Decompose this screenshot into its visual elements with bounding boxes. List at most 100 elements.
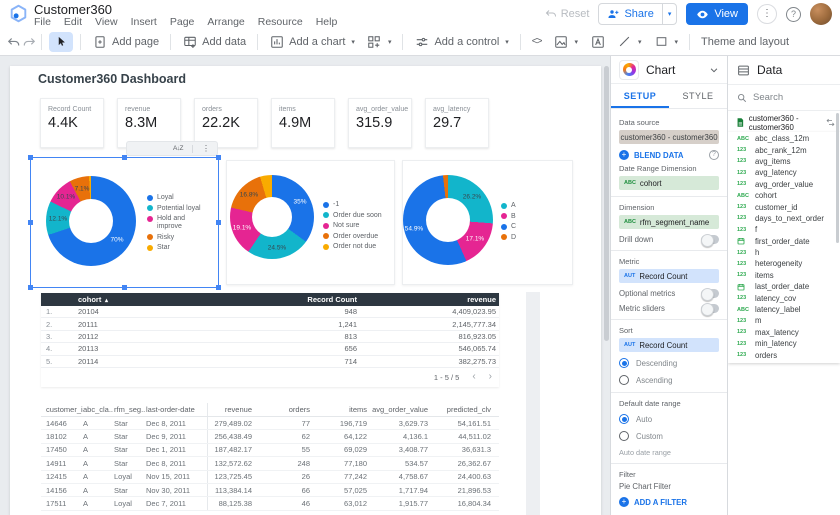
field-avg-latency[interactable]: 123avg_latency [728,167,840,178]
field-items[interactable]: 123items [728,270,840,281]
column-header-last-order-date[interactable]: last-order-date [146,403,208,416]
table-row[interactable]: 18102AStarDec 9, 2011256,438.496264,1224… [41,430,499,443]
selection-handle[interactable] [122,285,127,290]
table-row[interactable]: 3.20112813816,923.05 [41,331,499,343]
drill-down-toggle[interactable] [701,235,719,244]
field-latency-label[interactable]: ABClatency_label [728,304,840,315]
table-row[interactable]: 14911AStarDec 8, 2011132,572.6224877,180… [41,457,499,470]
selection-handle[interactable] [28,155,33,160]
redo-icon[interactable] [21,34,36,49]
add-shape-button[interactable]: ▾ [648,31,685,53]
sort-field-chip[interactable]: AUT Record Count [619,338,719,352]
table-row[interactable]: 14156AStarNov 30, 2011113,384.146657,025… [41,484,499,497]
menu-arrange[interactable]: Arrange [207,16,244,28]
add-line-button[interactable]: ▾ [611,31,648,53]
menu-edit[interactable]: Edit [64,16,82,28]
customer-table[interactable]: customer_idabc_cla..rfm_seg..last-order-… [41,403,499,511]
optional-metrics-toggle[interactable] [701,289,719,298]
embed-url-button[interactable]: <> [526,31,548,53]
table-row[interactable]: 12415ALoyalNov 15, 2011123,725.452677,24… [41,471,499,484]
field-days-to-next-order[interactable]: 123days_to_next_order [728,213,840,224]
column-header-record-count[interactable]: Record Count [237,295,357,304]
field-h[interactable]: 123h [728,247,840,258]
legend-item-b[interactable]: B [501,213,561,221]
add-control-button[interactable]: Add a control ▾ [408,31,514,53]
table-row[interactable]: 4.20113656546,065.74 [41,343,499,355]
metric-chip[interactable]: AUT Record Count [619,269,719,283]
field-m[interactable]: 123m [728,315,840,326]
legend-item-1[interactable]: -1 [323,201,393,209]
help-circle-icon[interactable]: ? [709,150,719,160]
date-range-auto-option[interactable]: Auto [619,413,719,425]
column-header-revenue[interactable]: revenue [357,295,499,304]
reset-button[interactable]: Reset [545,8,590,20]
field-orders[interactable]: 123orders [728,349,840,360]
menu-file[interactable]: File [34,16,51,28]
share-main[interactable]: Share [599,4,661,24]
add-page-button[interactable]: Add page [86,31,165,53]
field-min-latency[interactable]: 123min_latency [728,338,840,349]
date-range-dimension-chip[interactable]: ABC cohort [619,176,719,190]
chart-more-icon[interactable]: ⋮ [202,144,210,153]
add-data-button[interactable]: Add data [176,31,252,53]
sort-az-icon[interactable]: A↓Z [173,145,183,152]
add-image-button[interactable]: ▾ [547,31,584,53]
share-button[interactable]: Share ▾ [598,3,677,25]
legend-item-order-not-due[interactable]: Order not due [323,243,393,251]
legend-item-c[interactable]: C [501,223,561,231]
field-search[interactable]: Search [728,84,840,111]
metric-sliders-toggle[interactable] [701,304,719,313]
next-page-icon[interactable]: › [489,372,492,382]
column-header-customer-id[interactable]: customer_id [41,403,83,416]
legend-item-risky[interactable]: Risky [147,234,207,242]
field-cohort[interactable]: ABCcohort [728,190,840,201]
legend-item-a[interactable]: A [501,202,561,210]
legend-item-star[interactable]: Star [147,244,207,252]
menu-insert[interactable]: Insert [131,16,157,28]
report-title[interactable]: Customer360 [34,2,112,17]
field-last-order-date[interactable]: last_order_date [728,281,840,292]
legend-item-potential-loyal[interactable]: Potential loyal [147,205,207,213]
theme-and-layout-button[interactable]: Theme and layout [695,31,795,53]
column-header-abc-cla[interactable]: abc_cla.. [83,403,114,416]
menu-resource[interactable]: Resource [258,16,303,28]
pie-chart-2[interactable]: 35%24.5%19.1%16.8%-1Order due soonNot su… [226,160,395,285]
report-canvas[interactable]: Customer360 Dashboard Record Count4.4Kre… [0,56,610,515]
column-header-cohort[interactable]: cohort ▴ [78,295,237,304]
selection-handle[interactable] [122,155,127,160]
sort-ascending-option[interactable]: Ascending [619,374,719,386]
more-options-icon[interactable]: ⋮ [757,4,777,24]
table-row[interactable]: 17450AStarDec 1, 2011187,482.175569,0293… [41,444,499,457]
field-abc-rank-12m[interactable]: 123abc_rank_12m [728,144,840,155]
pie-chart-3[interactable]: 26.2%17.1%54.9%ABCD [402,160,573,285]
legend-item-not-sure[interactable]: Not sure [323,222,393,230]
sort-descending-option[interactable]: Descending [619,357,719,369]
date-range-custom-option[interactable]: Custom [619,430,719,442]
community-visualizations-button[interactable]: ▾ [361,31,398,53]
undo-icon[interactable] [6,34,21,49]
blend-data-button[interactable]: BLEND DATA [634,151,684,160]
chevron-down-icon[interactable] [709,65,719,75]
selection-handle[interactable] [28,220,33,225]
field-f[interactable]: 123f [728,224,840,235]
column-header-orders[interactable]: orders [252,403,310,416]
field-max-latency[interactable]: 123max_latency [728,327,840,338]
scorecard-avg-latency[interactable]: avg_latency29.7 [425,98,489,148]
looker-studio-logo-icon[interactable] [9,4,28,28]
add-chart-button[interactable]: Add a chart ▾ [263,31,361,53]
table-row[interactable]: 17511ALoyalDec 7, 201188,125.384663,0121… [41,497,499,510]
swap-source-icon[interactable] [826,118,835,127]
data-source-chip[interactable]: customer360 - customer360 [619,130,719,144]
table-scrollbar-track[interactable] [526,292,540,515]
column-header-predicted-clv[interactable]: predicted_clv [428,403,491,416]
selection-handle[interactable] [216,220,221,225]
legend-item-hold-and-improve[interactable]: Hold and improve [147,215,207,231]
table-row[interactable]: 14646AStarDec 8, 2011279,489.0277196,719… [41,417,499,430]
data-source-row[interactable]: customer360 - customer360 [728,113,840,132]
legend-item-order-overdue[interactable]: Order overdue [323,233,393,241]
legend-item-order-due-soon[interactable]: Order due soon [323,212,393,220]
field-avg-order-value[interactable]: 123avg_order_value [728,179,840,190]
menu-help[interactable]: Help [316,16,338,28]
field-latency-cov[interactable]: 123latency_cov [728,292,840,303]
selection-handle[interactable] [28,285,33,290]
